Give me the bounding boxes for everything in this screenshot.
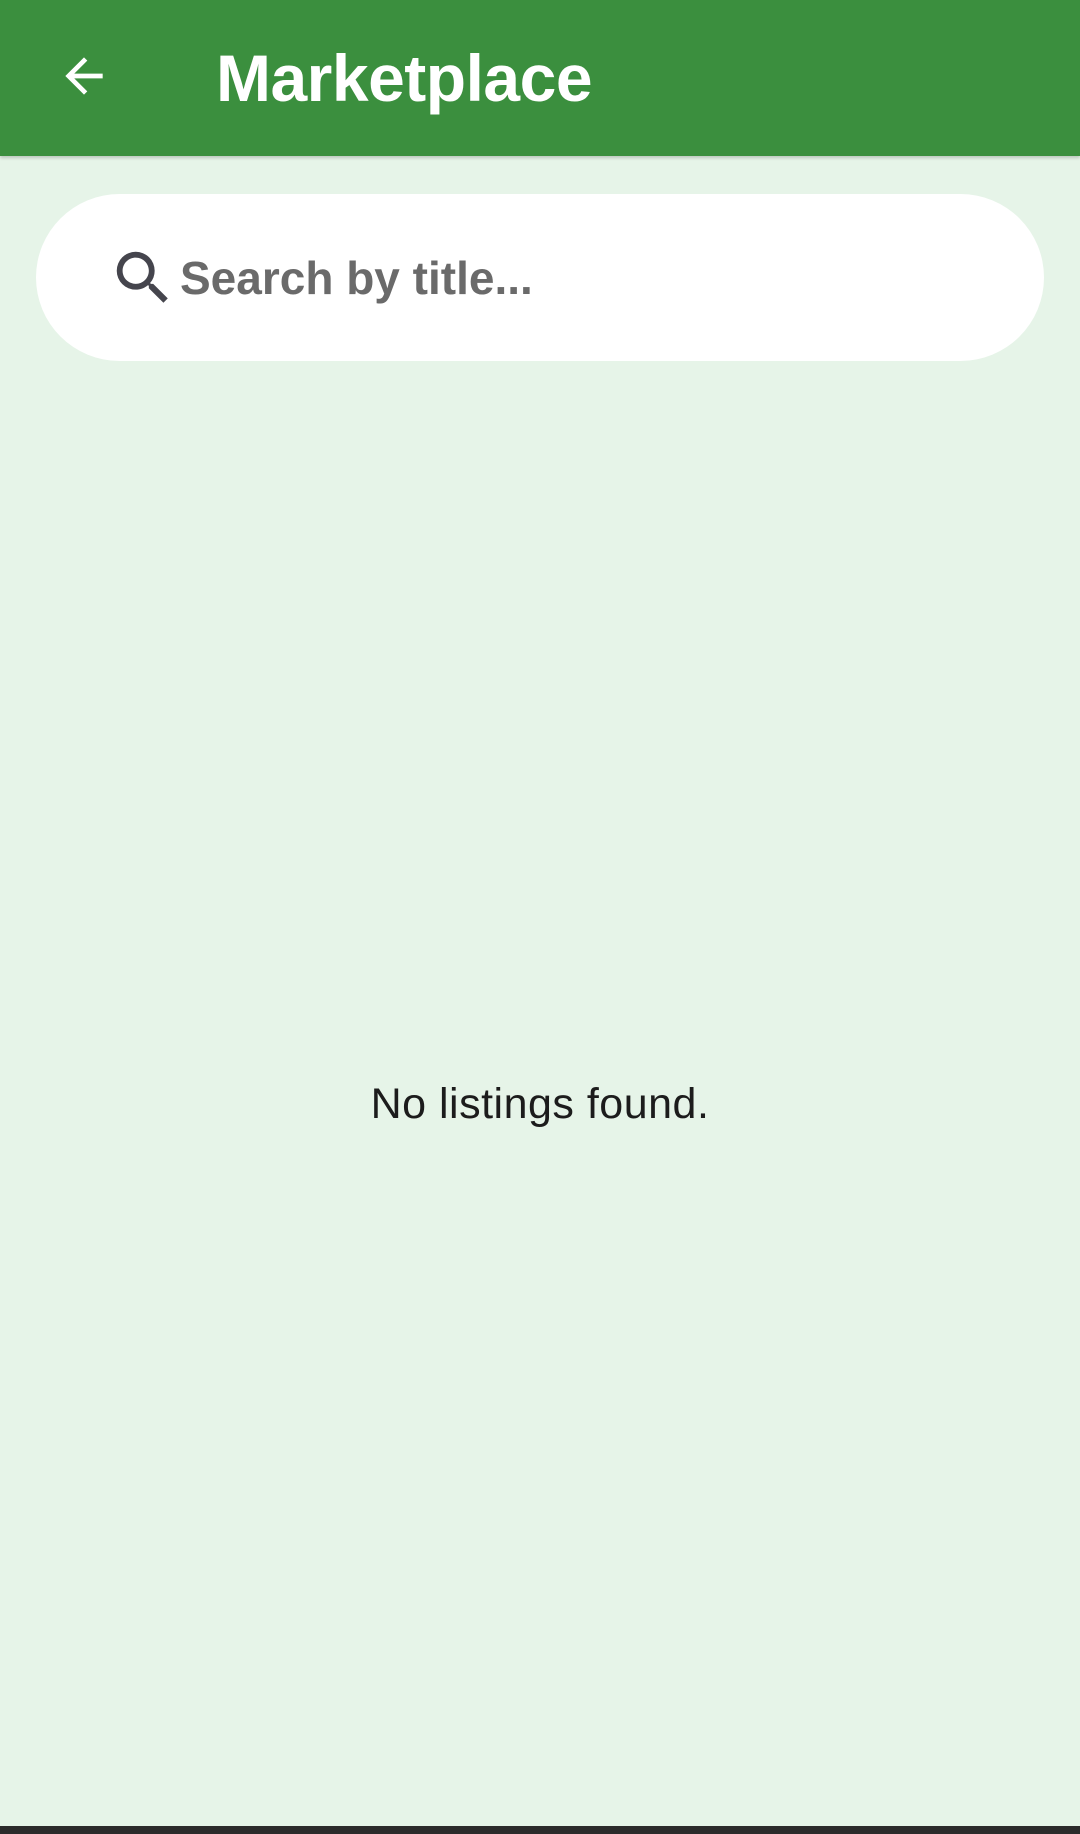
- search-input[interactable]: [180, 194, 1000, 361]
- empty-state-message: No listings found.: [370, 1080, 710, 1128]
- arrow-back-icon: [65, 57, 103, 95]
- app-bar: Marketplace: [0, 0, 1080, 156]
- search-bar[interactable]: [36, 194, 1044, 361]
- search-icon: [116, 251, 168, 303]
- bottom-edge-divider: [0, 1826, 1080, 1834]
- back-button[interactable]: [42, 34, 126, 118]
- page-title: Marketplace: [216, 41, 593, 115]
